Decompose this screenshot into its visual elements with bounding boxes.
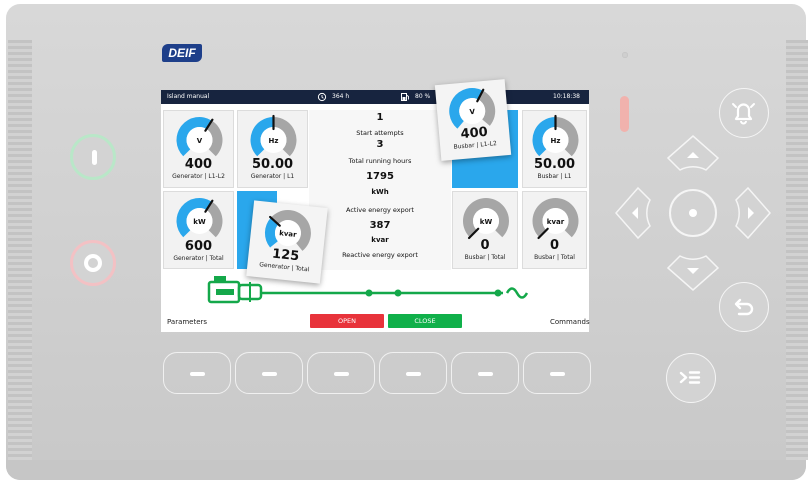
hours-text: 364 h	[332, 93, 350, 100]
deif-logo: DEIF	[162, 44, 202, 62]
stop-button[interactable]	[70, 240, 116, 286]
gauge-label: Busbar | Total	[464, 254, 506, 261]
mode-text: Island manual	[167, 93, 210, 100]
active-export-label: Active energy export	[346, 206, 414, 214]
start-button[interactable]	[70, 134, 116, 180]
gauge-busbar-voltage[interactable]: V 400 Busbar | L1-L2	[434, 79, 512, 161]
single-line-diagram	[161, 272, 589, 312]
gauge-label: Busbar | Total	[534, 254, 575, 261]
running-hours-value: 1795	[366, 171, 394, 182]
close-breaker-button[interactable]: CLOSE	[388, 314, 462, 328]
dash-icon	[550, 372, 565, 376]
stop-icon	[84, 254, 102, 272]
sine-wave-icon	[505, 287, 529, 299]
start-icon	[92, 150, 97, 165]
reactive-export-label: Reactive energy export	[342, 251, 418, 259]
sld-drawing	[207, 276, 529, 304]
gauge-unit: kW	[480, 218, 493, 226]
back-button[interactable]	[719, 282, 769, 332]
gauge-generator-kw[interactable]: kW 600 Generator | Total	[163, 191, 234, 269]
dash-icon	[190, 372, 205, 376]
status-bar: Island manual 364 h 80 % 10:18:38	[161, 90, 589, 104]
hours-icon	[317, 90, 327, 110]
start-attempts-label: Start attempts	[356, 129, 404, 137]
gauge-unit: kvar	[279, 229, 298, 239]
commands-label[interactable]: Commands	[550, 318, 590, 326]
gauge-label: Generator | L1	[250, 173, 295, 180]
generator-icon	[207, 276, 263, 304]
display-screen: Island manual 364 h 80 % 10:18:38 V 400 …	[161, 79, 590, 332]
counter-top-value: 1	[376, 112, 384, 123]
right-vent-grille	[786, 40, 808, 460]
gauge-value: 0	[549, 238, 560, 253]
gauge-value: 50.00	[533, 157, 576, 172]
gauge-unit: Hz	[551, 137, 561, 145]
kvar-unit: kvar	[371, 236, 389, 244]
gauge-busbar-frequency[interactable]: Hz 50.00 Busbar | L1	[522, 110, 587, 188]
fuel-icon	[400, 90, 410, 110]
parameters-label[interactable]: Parameters	[167, 318, 207, 326]
alarm-led-bar	[620, 96, 629, 132]
gauge-busbar-kw[interactable]: kW 0 Busbar | Total	[452, 191, 518, 269]
jump-menu-icon	[679, 371, 701, 384]
running-hours-label: Total running hours	[348, 157, 412, 165]
left-vent-grille	[8, 40, 32, 460]
clock-text: 10:18:38	[553, 93, 580, 100]
jump-menu-button[interactable]	[666, 353, 716, 403]
gauge-label: Generator | L1-L2	[172, 173, 225, 180]
gauge-value: 50.00	[251, 157, 294, 172]
fuel-text: 80 %	[415, 93, 431, 100]
dash-icon	[334, 372, 349, 376]
gauge-unit: kW	[193, 218, 206, 226]
dash-icon	[262, 372, 277, 376]
gauge-busbar-kvar[interactable]: kvar 0 Busbar | Total	[522, 191, 587, 269]
gauge-unit: Hz	[269, 137, 279, 145]
softkey-1[interactable]	[163, 352, 231, 394]
dash-icon	[406, 372, 421, 376]
kwh-unit: kWh	[371, 188, 389, 196]
softkey-3[interactable]	[307, 352, 375, 394]
softkey-5[interactable]	[451, 352, 519, 394]
gauge-label: Busbar | L1	[537, 173, 572, 180]
gauge-generator-voltage[interactable]: V 400 Generator | L1-L2	[163, 110, 234, 188]
softkey-4[interactable]	[379, 352, 447, 394]
active-export-value: 387	[369, 220, 391, 231]
gauge-unit: V	[197, 137, 203, 145]
bottom-strip	[6, 460, 806, 480]
counters-panel: 1 Start attempts 3 Total running hours 1…	[309, 110, 451, 270]
gauge-value: 0	[480, 238, 490, 253]
enter-icon	[689, 209, 697, 217]
gauge-label: Generator | Total	[173, 255, 224, 262]
open-breaker-button[interactable]: OPEN	[310, 314, 384, 328]
softkey-2[interactable]	[235, 352, 303, 394]
gauge-unit: kvar	[547, 218, 565, 226]
softkey-6[interactable]	[523, 352, 591, 394]
gauge-generator-frequency[interactable]: Hz 50.00 Generator | L1	[237, 110, 308, 188]
navigation-pad	[615, 135, 771, 291]
gauge-value: 600	[184, 239, 213, 254]
power-led	[622, 52, 628, 58]
start-attempts-value: 3	[376, 139, 384, 150]
gauge-value: 400	[184, 157, 213, 172]
back-icon	[734, 298, 754, 316]
dash-icon	[478, 372, 493, 376]
